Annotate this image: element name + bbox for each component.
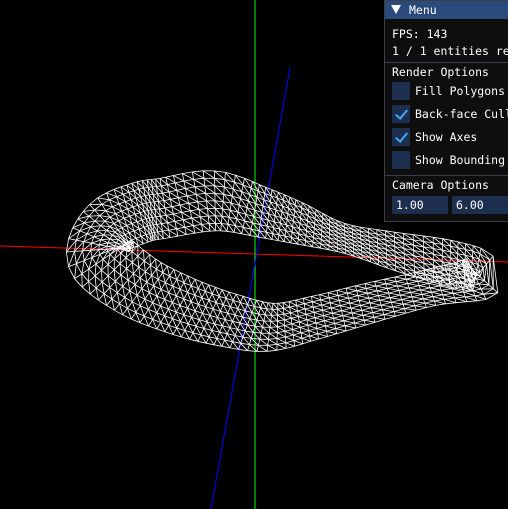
show-bounding-checkbox[interactable] — [392, 151, 410, 169]
back-face-cull-toggle[interactable]: Back-face Cull — [392, 105, 508, 123]
menu-titlebar[interactable]: Menu — [385, 1, 508, 19]
menu-window[interactable]: Menu FPS: 143 1 / 1 entities re Render O… — [384, 0, 508, 222]
camera-value-1-input[interactable]: 1.00 — [392, 196, 448, 214]
render-options-header: Render Options — [392, 65, 489, 79]
fps-label: FPS: 143 — [392, 27, 448, 41]
separator — [385, 175, 508, 176]
camera-options-header: Camera Options — [392, 178, 489, 192]
separator — [385, 62, 508, 63]
fill-polygons-checkbox[interactable] — [392, 82, 410, 100]
show-axes-checkbox[interactable] — [392, 128, 410, 146]
show-axes-toggle[interactable]: Show Axes — [392, 128, 477, 146]
camera-value-2-input[interactable]: 6.00 — [452, 196, 508, 214]
fill-polygons-toggle[interactable]: Fill Polygons — [392, 82, 505, 100]
back-face-cull-checkbox[interactable] — [392, 105, 410, 123]
3d-viewport[interactable]: Menu FPS: 143 1 / 1 entities re Render O… — [0, 0, 508, 509]
fill-polygons-label: Fill Polygons — [415, 84, 506, 98]
entities-label: 1 / 1 entities re — [392, 44, 508, 58]
menu-title: Menu — [409, 3, 437, 17]
show-axes-label: Show Axes — [415, 130, 478, 144]
collapse-arrow-icon[interactable] — [391, 5, 401, 14]
show-bounding-toggle[interactable]: Show Bounding — [392, 151, 505, 169]
z-axis-line — [210, 67, 291, 509]
show-bounding-label: Show Bounding — [415, 153, 506, 167]
back-face-cull-label: Back-face Cull — [415, 107, 508, 121]
